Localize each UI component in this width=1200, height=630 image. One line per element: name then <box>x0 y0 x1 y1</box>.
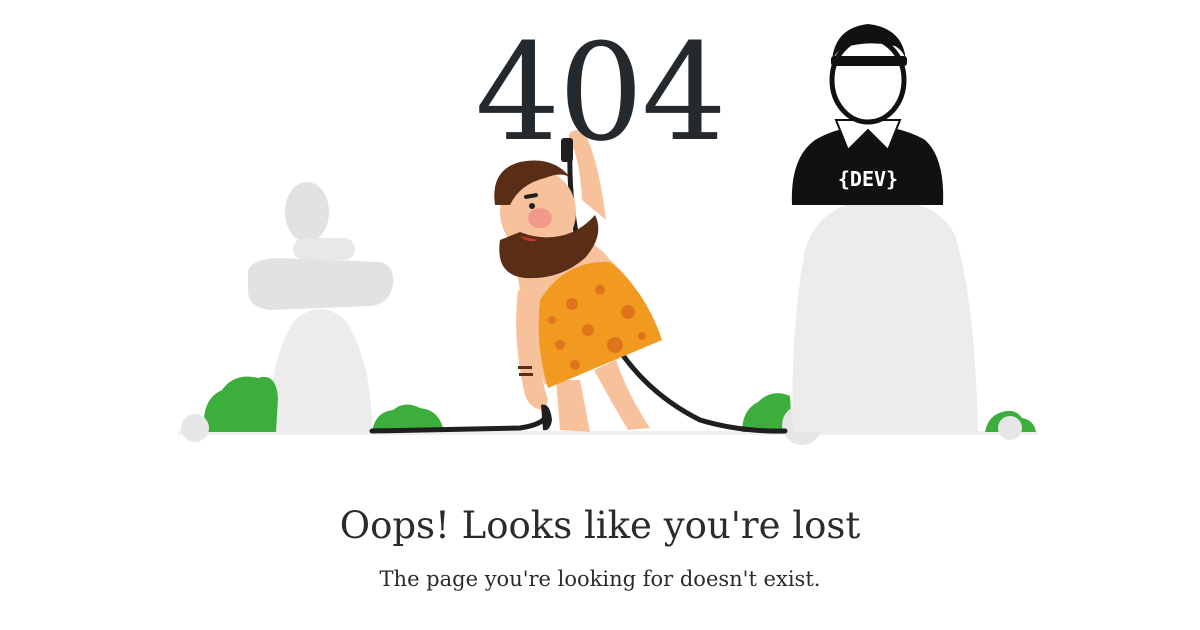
caveman-icon <box>494 130 662 432</box>
error-code: 404 <box>475 15 727 171</box>
rock-pillar-icon <box>792 199 978 432</box>
page-subtitle: The page you're looking for doesn't exis… <box>379 567 821 591</box>
dev-badge-label: {DEV} <box>838 167 898 191</box>
page-title: Oops! Looks like you're lost <box>339 504 861 547</box>
developer-avatar-icon: {DEV} <box>791 24 944 205</box>
